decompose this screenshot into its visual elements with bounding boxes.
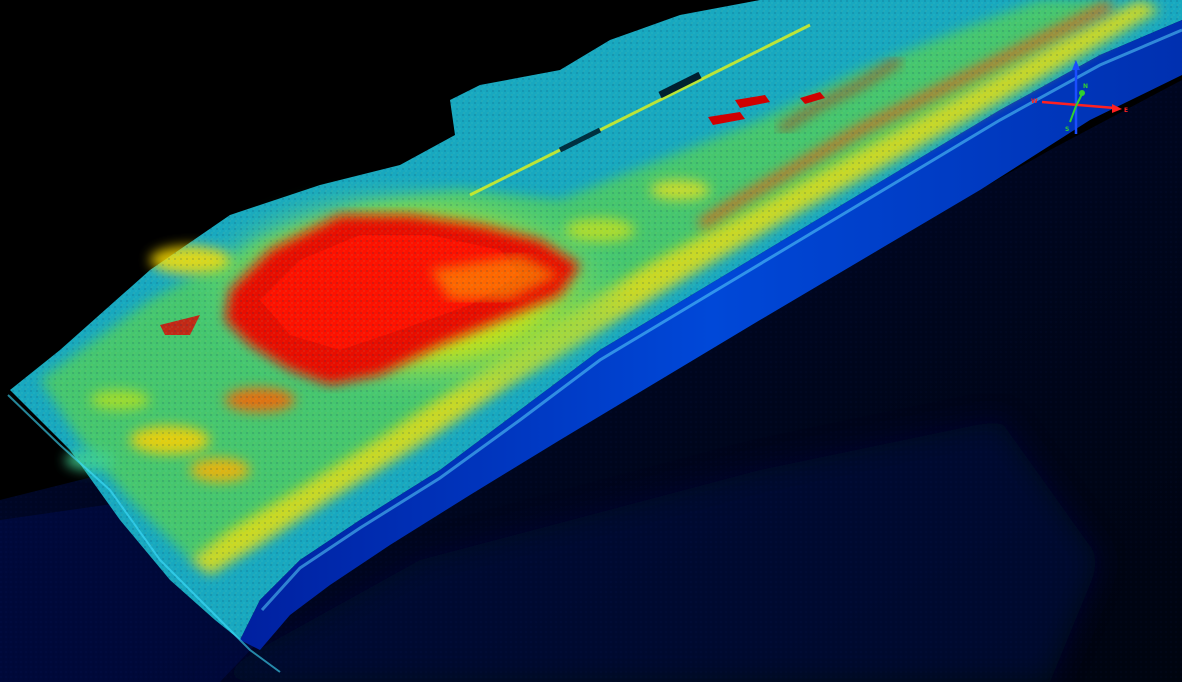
compass-north-label: N <box>1083 83 1088 90</box>
compass-west-label: W <box>1031 98 1038 105</box>
point-cloud-viewport[interactable]: N S E W <box>0 0 1182 682</box>
compass-east-label: E <box>1124 107 1128 114</box>
orientation-compass: N S E W <box>1031 60 1128 134</box>
elevation-point-cloud <box>0 0 1182 682</box>
compass-south-label: S <box>1065 126 1069 133</box>
